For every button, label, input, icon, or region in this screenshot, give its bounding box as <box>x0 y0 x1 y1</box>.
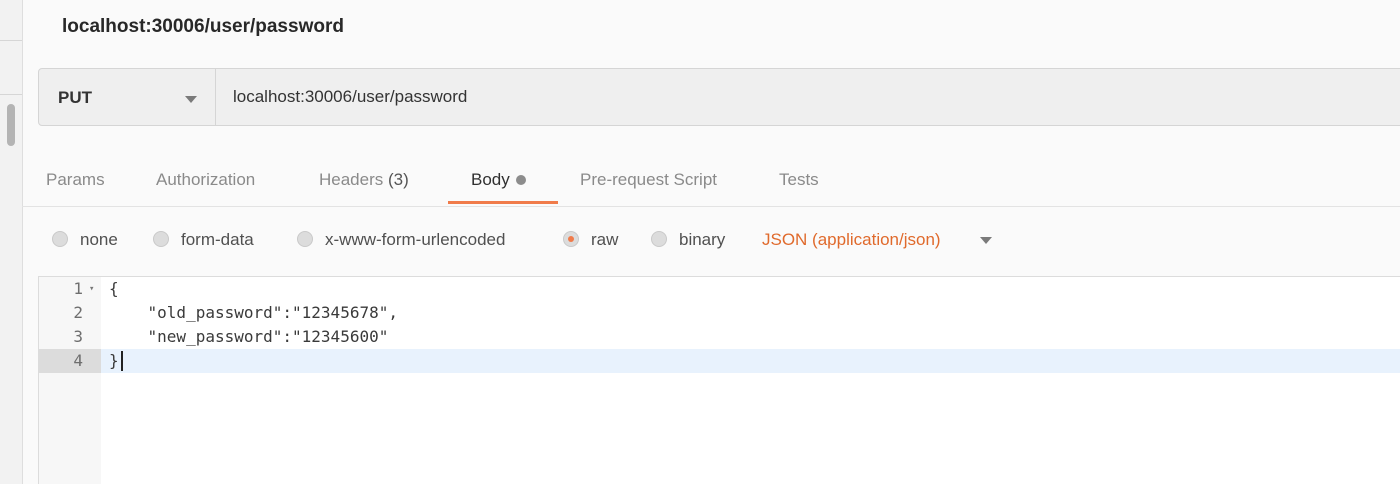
tab-params[interactable]: Params <box>46 170 105 190</box>
code-text: "new_password":"12345600" <box>109 327 389 346</box>
radio-label: form-data <box>181 230 254 249</box>
sidebar-scrollbar[interactable] <box>7 104 15 146</box>
code-editor[interactable]: 1 ▾ { 2 "old_password":"12345678", 3 "ne… <box>38 276 1400 484</box>
code-line: 3 "new_password":"12345600" <box>39 325 1400 349</box>
tab-body[interactable]: Body <box>471 170 526 190</box>
radio-label: raw <box>591 230 619 249</box>
code-line: 1 ▾ { <box>39 277 1400 301</box>
radio-selected-icon <box>563 231 579 247</box>
sidebar-divider <box>0 94 22 95</box>
line-number-cell: 2 <box>39 301 101 325</box>
code-text: } <box>109 351 119 370</box>
tab-headers-label: Headers <box>319 170 384 189</box>
code-line: 2 "old_password":"12345678", <box>39 301 1400 325</box>
line-number: 4 <box>73 351 83 370</box>
text-cursor <box>121 351 123 371</box>
radio-circle-icon <box>651 231 667 247</box>
tab-tests[interactable]: Tests <box>779 170 819 190</box>
modified-dot-icon <box>515 175 526 185</box>
fold-caret-icon[interactable]: ▾ <box>89 277 94 301</box>
tab-body-label: Body <box>471 170 510 189</box>
line-number-cell: 4 <box>39 349 101 373</box>
radio-label: x-www-form-urlencoded <box>325 230 506 249</box>
request-title: localhost:30006/user/password <box>62 16 344 37</box>
headers-count-badge: (3) <box>388 170 409 189</box>
radio-circle-icon <box>52 231 68 247</box>
postman-request-editor: localhost:30006/user/password PUT Params… <box>0 0 1400 484</box>
radio-label: binary <box>679 230 726 249</box>
code-line-active: 4 } <box>39 349 1400 373</box>
line-number-cell: 1 ▾ <box>39 277 101 301</box>
content-type-dropdown[interactable]: JSON (application/json) <box>762 230 941 250</box>
chevron-down-icon <box>185 96 197 103</box>
line-number: 1 <box>73 279 83 298</box>
code-text: { <box>109 279 119 298</box>
radio-circle-icon <box>153 231 169 247</box>
sidebar-divider <box>0 40 22 41</box>
method-dropdown[interactable]: PUT <box>39 69 216 125</box>
code-text: "old_password":"12345678", <box>109 303 398 322</box>
url-bar: PUT <box>38 68 1400 126</box>
line-number-cell: 3 <box>39 325 101 349</box>
url-input[interactable] <box>233 83 1383 111</box>
method-label: PUT <box>58 88 92 107</box>
tab-authorization[interactable]: Authorization <box>156 170 255 190</box>
active-tab-indicator <box>448 201 558 204</box>
line-number: 2 <box>73 303 83 322</box>
radio-label: none <box>80 230 118 249</box>
tab-headers[interactable]: Headers (3) <box>319 170 409 190</box>
body-type-options: none form-data x-www-form-urlencoded raw… <box>0 222 1400 258</box>
tab-pre-request-script[interactable]: Pre-request Script <box>580 170 717 190</box>
radio-circle-icon <box>297 231 313 247</box>
request-tabs: Params Authorization Headers (3) Body Pr… <box>22 150 1400 207</box>
line-number: 3 <box>73 327 83 346</box>
chevron-down-icon[interactable] <box>980 237 992 244</box>
